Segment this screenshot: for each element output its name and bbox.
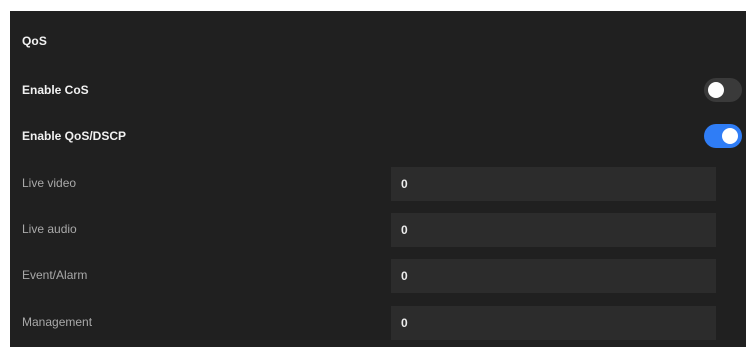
- toggle-knob: [708, 82, 724, 98]
- management-input[interactable]: [391, 306, 716, 340]
- management-label: Management: [22, 315, 93, 329]
- enable-qos-dscp-row: Enable QoS/DSCP: [10, 120, 746, 154]
- event-alarm-input[interactable]: [391, 259, 716, 293]
- enable-qos-dscp-toggle[interactable]: [704, 124, 742, 148]
- enable-cos-toggle[interactable]: [704, 78, 742, 102]
- enable-qos-dscp-label: Enable QoS/DSCP: [22, 129, 127, 143]
- live-video-row: Live video: [10, 167, 746, 201]
- live-video-input[interactable]: [391, 167, 716, 201]
- event-alarm-row: Event/Alarm: [10, 259, 746, 293]
- management-row: Management: [10, 306, 746, 340]
- toggle-knob: [722, 128, 738, 144]
- enable-cos-label: Enable CoS: [22, 83, 89, 97]
- live-audio-row: Live audio: [10, 213, 746, 247]
- enable-cos-row: Enable CoS: [10, 74, 746, 108]
- panel-title: QoS: [22, 34, 47, 48]
- live-audio-input[interactable]: [391, 213, 716, 247]
- live-video-label: Live video: [22, 176, 77, 190]
- qos-panel: QoS Enable CoS Enable QoS/DSCP Live vide…: [10, 11, 746, 347]
- event-alarm-label: Event/Alarm: [22, 268, 88, 282]
- live-audio-label: Live audio: [22, 222, 77, 236]
